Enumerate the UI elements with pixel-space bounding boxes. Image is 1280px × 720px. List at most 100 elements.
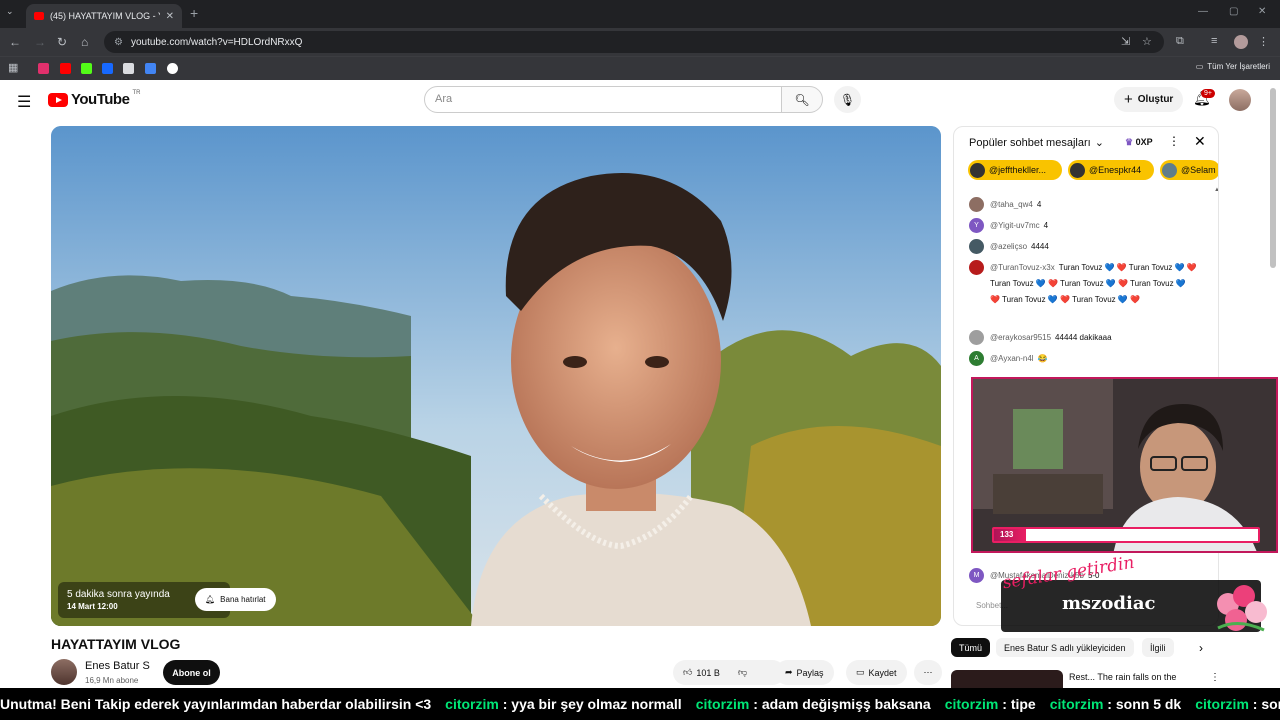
instagram-icon[interactable] (38, 63, 49, 74)
logo-text: YouTube (71, 91, 130, 108)
chat-text: 😂 (1037, 354, 1048, 363)
chat-message: @azeliçso 4444 (969, 239, 1197, 255)
behance-icon[interactable] (102, 63, 113, 74)
chat-message-body: @eraykosar9515 44444 dakikaaa (990, 330, 1112, 346)
voice-search-button[interactable]: 🎙︎ (834, 86, 861, 113)
search-input[interactable]: Ara (424, 86, 782, 113)
chat-username: @taha_qw4 (990, 200, 1033, 209)
menu-icon[interactable]: ☰ (17, 92, 31, 112)
chat-message: @taha_qw4 4 (969, 197, 1197, 213)
video-player[interactable] (51, 126, 941, 626)
tab-title: (45) HAYATTAYIM VLOG - YouTu (50, 11, 160, 21)
xp-badge[interactable]: ♛ 0XP (1125, 137, 1153, 148)
save-label: Kaydet (868, 667, 897, 678)
share-button[interactable]: ➦ Paylaş (775, 660, 834, 685)
maximize-icon[interactable]: ▢ (1229, 6, 1238, 17)
chat-message-body: @Yigit-uv7mc 4 (990, 218, 1048, 234)
create-button[interactable]: + Oluştur (1114, 87, 1184, 112)
remind-label: Bana hatırlat (220, 595, 266, 604)
pinned-donor[interactable]: @Enespkr44 (1068, 160, 1154, 180)
donor-avatar (1070, 162, 1085, 178)
goal-label: TAKİPÇİ (1110, 530, 1142, 539)
minimize-icon[interactable]: — (1198, 6, 1208, 17)
chat-avatar: A (969, 351, 984, 366)
like-icon[interactable]: 👍︎ (683, 667, 692, 678)
like-count[interactable]: 101 B (696, 668, 720, 678)
dislike-icon[interactable]: 👎︎ (738, 667, 747, 678)
chat-message: @TuranTovuz-x3x Turan Tovuz 💙 ❤️ Turan To… (969, 260, 1197, 308)
chat-avatar: M (969, 568, 984, 583)
all-bookmarks[interactable]: ▭ Tüm Yer İşaretleri (1196, 62, 1270, 71)
chat-text: 4444 (1031, 242, 1049, 251)
browser-tab[interactable]: (45) HAYATTAYIM VLOG - YouTu ✕ (26, 4, 182, 28)
chevron-right-icon[interactable]: › (1199, 641, 1203, 655)
chip-related[interactable]: İlgili (1142, 638, 1174, 657)
recommendation-menu-icon[interactable]: ⋮ (1210, 672, 1220, 683)
save-button[interactable]: ▭ Kaydet (846, 660, 907, 685)
chat-message-body: @TuranTovuz-x3x Turan Tovuz 💙 ❤️ Turan To… (990, 260, 1197, 308)
browser-profile-avatar[interactable] (1234, 35, 1248, 49)
browser-menu-icon[interactable]: ⋮ (1258, 35, 1269, 48)
crown-icon: ♛ (1125, 137, 1134, 147)
plus-icon: + (1124, 91, 1133, 108)
channel-name[interactable]: Enes Batur S (85, 660, 150, 672)
install-icon[interactable]: ⇲ (1121, 35, 1130, 48)
bookmarks-bar: ▦ ▭ Tüm Yer İşaretleri (0, 56, 1280, 80)
share-label: Paylaş (796, 667, 824, 678)
ticker-item: citorzim : tipe (945, 696, 1036, 712)
pinned-donor[interactable]: @jeffthekller... (968, 160, 1062, 180)
chat-scroll-up-icon[interactable]: ▲ (1214, 187, 1218, 193)
remind-me-button[interactable]: 🔔︎ Bana hatırlat (195, 588, 276, 611)
close-icon[interactable]: ✕ (1194, 133, 1206, 150)
channel-avatar[interactable] (51, 659, 77, 685)
subscribe-button[interactable]: Abone ol (163, 660, 220, 685)
premiere-countdown: 5 dakika sonra yayında (67, 589, 170, 600)
kick-icon[interactable] (81, 63, 92, 74)
address-bar[interactable]: ⚙ youtube.com/watch?v=HDLOrdNRxxQ (104, 31, 1164, 53)
chatgpt-icon[interactable] (123, 63, 134, 74)
more-actions-button[interactable]: ⋯ (914, 660, 942, 685)
ticker-username: citorzim (944, 696, 999, 712)
chat-mode-dropdown[interactable]: Popüler sohbet mesajları ⌄ (969, 136, 1104, 150)
recommendation-title[interactable]: Rest... The rain falls on the (1069, 672, 1176, 682)
ticker-item: citorzim : yya bir şey olmaz normall (445, 696, 682, 712)
cloud-icon[interactable] (167, 63, 178, 74)
forward-icon[interactable]: → (34, 35, 46, 49)
chip-all[interactable]: Tümü (951, 638, 991, 657)
chat-message: A @Ayxan-n4l 😂 (969, 351, 1197, 367)
site-info-icon[interactable]: ⚙ (114, 37, 123, 48)
chat-username: @azeliçso (990, 242, 1028, 251)
reload-icon[interactable]: ↻ (57, 35, 67, 49)
browser-tabstrip: ⌄ (45) HAYATTAYIM VLOG - YouTu ✕ + — ▢ ✕ (0, 0, 1280, 28)
page-scrollbar[interactable] (1270, 88, 1276, 268)
media-icon[interactable]: ≡ (1211, 35, 1217, 47)
chevron-down-icon: ⌄ (1094, 137, 1104, 149)
chat-username: @Ayxan-n4l (990, 354, 1034, 363)
notification-badge: 9+ (1201, 89, 1215, 98)
tab-close-icon[interactable]: ✕ (166, 11, 174, 22)
new-tab-icon[interactable]: + (190, 5, 198, 21)
chat-more-icon[interactable]: ⋮ (1168, 134, 1180, 148)
chat-text: 44444 dakikaaa (1055, 333, 1112, 342)
bookmark-star-icon[interactable]: ☆ (1142, 35, 1152, 48)
apps-grid-icon[interactable]: ▦ (8, 61, 18, 74)
back-icon[interactable]: ← (9, 35, 21, 49)
url-text: youtube.com/watch?v=HDLOrdNRxxQ (130, 36, 303, 48)
recommendation-thumbnail[interactable] (951, 670, 1063, 688)
translate-icon[interactable] (145, 63, 156, 74)
youtube-logo[interactable]: YouTube TR (48, 89, 141, 108)
avatar[interactable] (1229, 89, 1251, 111)
chip-from-uploader[interactable]: Enes Batur S adlı yükleyiciden (996, 638, 1134, 657)
youtube-bookmark-icon[interactable] (60, 63, 71, 74)
search-button[interactable]: 🔍︎ (781, 86, 823, 113)
pinned-donor[interactable]: @Selam (1160, 160, 1218, 180)
goal-max: 250 (1238, 530, 1252, 539)
streamer-name: mszodiac (1062, 593, 1156, 614)
window-close-icon[interactable]: ✕ (1258, 6, 1266, 17)
country-code: TR (132, 89, 141, 96)
ticker-text: : son 3dk (1252, 696, 1280, 712)
home-icon[interactable]: ⌂ (81, 35, 88, 49)
extensions-icon[interactable]: ⧉ (1176, 35, 1184, 48)
tab-search-icon[interactable]: ⌄ (6, 6, 14, 17)
chat-message: Y @Yigit-uv7mc 4 (969, 218, 1197, 234)
